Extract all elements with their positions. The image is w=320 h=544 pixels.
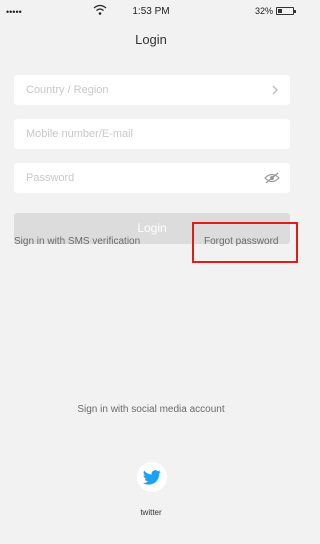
twitter-login-button[interactable] bbox=[137, 462, 167, 492]
account-input[interactable] bbox=[26, 128, 278, 140]
forgot-password-link[interactable]: Forgot password bbox=[204, 236, 278, 247]
password-input[interactable] bbox=[26, 172, 278, 184]
battery-percent: 32% bbox=[254, 6, 273, 16]
account-field[interactable] bbox=[14, 119, 290, 149]
chevron-right-icon bbox=[272, 85, 278, 95]
sms-login-link[interactable]: Sign in with SMS verification bbox=[14, 236, 140, 247]
country-region-placeholder: Country / Region bbox=[26, 84, 109, 96]
twitter-label: twitter bbox=[140, 508, 162, 517]
page-title: Login bbox=[135, 32, 167, 47]
status-bar: ••••• 1:53 PM 32% bbox=[0, 0, 302, 22]
eye-hidden-icon[interactable] bbox=[264, 172, 280, 184]
login-screen: ••••• 1:53 PM 32% Login Country / Region bbox=[0, 0, 302, 544]
twitter-icon bbox=[143, 469, 161, 485]
social-login-label: Sign in with social media account bbox=[77, 404, 225, 415]
battery-indicator: 32% bbox=[254, 6, 296, 16]
battery-icon bbox=[276, 7, 296, 15]
password-field[interactable] bbox=[14, 163, 290, 193]
battery-fill bbox=[278, 9, 283, 13]
country-region-field[interactable]: Country / Region bbox=[14, 75, 290, 105]
